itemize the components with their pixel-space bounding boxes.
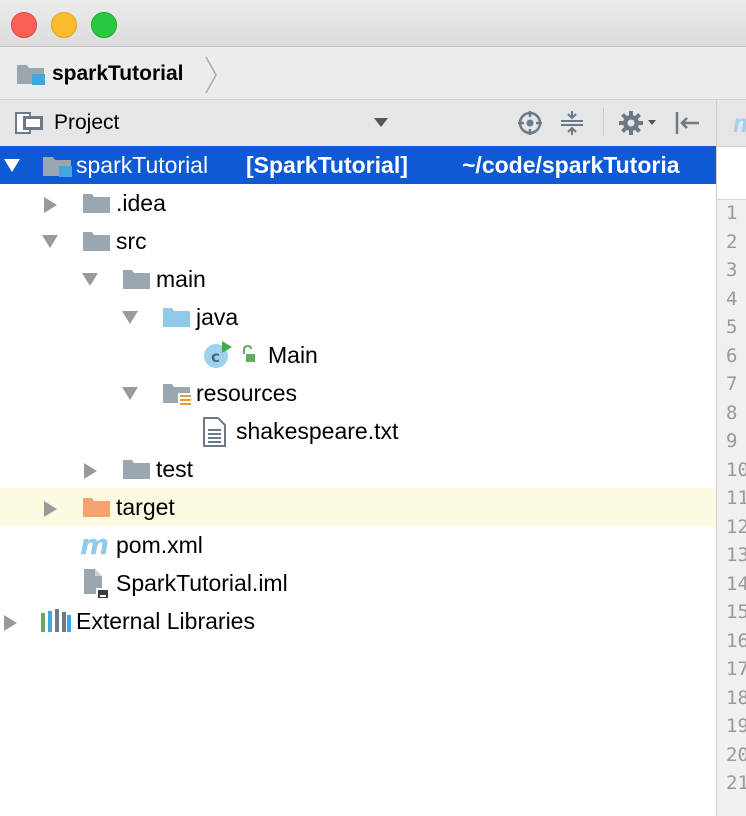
text-file-icon [203, 417, 226, 447]
minimize-window-button[interactable] [51, 12, 77, 38]
maximize-window-button[interactable] [91, 12, 117, 38]
project-folder-icon [17, 65, 45, 85]
tree-node-project-root[interactable]: sparkTutorial [SparkTutorial] ~/code/spa… [0, 146, 716, 184]
line-number: 21 [726, 772, 746, 794]
line-number: 8 [726, 401, 738, 424]
expanded-arrow-icon[interactable] [122, 311, 138, 325]
line-number: 12 [726, 515, 746, 538]
toolbar-separator [603, 108, 604, 136]
tree-node-target[interactable]: target [0, 488, 716, 526]
navigation-bar: sparkTutorial [0, 47, 746, 100]
collapsed-arrow-icon[interactable] [44, 197, 58, 213]
tree-node-main[interactable]: main [0, 260, 716, 298]
line-number: 11 [726, 487, 746, 509]
folder-icon [83, 194, 110, 213]
line-number: 3 [726, 259, 738, 281]
tree-node-label: SparkTutorial.iml [116, 570, 288, 596]
line-number: 1 [726, 202, 738, 224]
tree-node-label: .idea [116, 190, 166, 216]
runnable-class-icon: c [204, 341, 255, 368]
tree-node-label: resources [196, 380, 297, 406]
breadcrumb-project[interactable]: sparkTutorial [52, 62, 183, 86]
root-path: ~/code/sparkTutoria [462, 152, 680, 178]
libraries-icon [41, 609, 71, 632]
collapse-all-icon[interactable] [559, 109, 585, 137]
tree-node-label: main [156, 266, 206, 292]
editor-area: m 123456789101112131415161718192021 [716, 100, 746, 816]
close-window-button[interactable] [11, 12, 37, 38]
line-number: 14 [726, 572, 746, 595]
line-number: 10 [726, 458, 746, 481]
editor-breadcrumb-area [717, 147, 746, 200]
folder-icon [123, 460, 150, 479]
tree-node-src[interactable]: src [0, 222, 716, 260]
line-number: 18 [726, 686, 746, 709]
collapsed-arrow-icon[interactable] [44, 501, 58, 517]
tree-node-label: Main [268, 342, 318, 368]
tree-node-pom[interactable]: m pom.xml [0, 526, 716, 564]
line-number: 4 [726, 287, 738, 310]
line-number: 5 [726, 316, 738, 338]
line-number: 2 [726, 230, 738, 253]
tree-node-label: test [156, 456, 194, 482]
line-number: 6 [726, 344, 738, 367]
tree-node-idea[interactable]: .idea [0, 184, 716, 222]
root-name: sparkTutorial [76, 152, 209, 178]
toolwindow-title[interactable]: Project [54, 111, 119, 135]
ide-window: sparkTutorial Project 1 2 3 4 5 6 7 8 9 … [0, 0, 746, 816]
line-number: 7 [726, 373, 738, 395]
settings-gear-icon[interactable] [618, 110, 658, 136]
line-number: 17 [726, 658, 746, 680]
project-tree: sparkTutorial [SparkTutorial] ~/code/spa… [0, 146, 716, 816]
tree-node-test[interactable]: test [0, 450, 716, 488]
tree-node-main-class[interactable]: c Main [0, 336, 716, 374]
root-module: [SparkTutorial] [246, 152, 408, 178]
tree-node-resources[interactable]: resources [0, 374, 716, 412]
line-number: 20 [726, 743, 746, 766]
module-folder-icon [43, 157, 72, 177]
locate-file-icon[interactable] [517, 110, 543, 136]
tree-node-label: External Libraries [76, 608, 255, 634]
project-toolwindow-header: Project [0, 100, 716, 147]
tree-node-external-libraries[interactable]: External Libraries [0, 602, 716, 640]
hide-toolwindow-icon[interactable] [673, 110, 701, 136]
view-dropdown-arrow-icon[interactable] [374, 118, 388, 128]
tree-node-label: src [116, 228, 147, 254]
tree-node-label: java [196, 304, 239, 330]
excluded-folder-icon [83, 498, 110, 517]
folder-icon [83, 232, 110, 251]
editor-tab-pom[interactable]: m [717, 100, 746, 147]
line-number: 9 [726, 430, 738, 452]
collapsed-arrow-icon[interactable] [4, 615, 18, 631]
folder-icon [123, 270, 150, 289]
source-folder-icon [163, 308, 190, 327]
line-number: 15 [726, 601, 746, 623]
expanded-arrow-icon[interactable] [82, 273, 98, 287]
project-view-icon [15, 112, 43, 134]
tree-node-iml[interactable]: SparkTutorial.iml [0, 564, 716, 602]
tree-node-label: pom.xml [116, 532, 203, 558]
expanded-arrow-icon[interactable] [122, 387, 138, 401]
title-bar [0, 0, 746, 47]
line-number-gutter: 1 2 3 4 5 6 7 8 9 10 11 12 13 14 15 16 17 18 19 20 21 [717, 200, 746, 816]
line-number: 19 [726, 715, 746, 737]
breadcrumb-chevron-icon [205, 56, 217, 94]
expanded-arrow-icon[interactable] [42, 235, 58, 249]
tree-node-label: shakespeare.txt [236, 418, 399, 444]
tree-node-java[interactable]: java [0, 298, 716, 336]
maven-icon: m [733, 108, 746, 139]
tree-node-label: target [116, 494, 175, 520]
expanded-arrow-icon[interactable] [4, 159, 20, 173]
svg-text:m: m [80, 532, 109, 560]
module-file-icon [84, 569, 110, 599]
line-number: 13 [726, 544, 746, 566]
line-number: 16 [726, 629, 746, 652]
maven-icon: m [80, 532, 109, 560]
collapsed-arrow-icon[interactable] [84, 463, 98, 479]
tree-node-shakespeare[interactable]: shakespeare.txt [0, 412, 716, 450]
svg-text:c: c [211, 348, 220, 366]
resources-folder-icon [163, 384, 192, 407]
